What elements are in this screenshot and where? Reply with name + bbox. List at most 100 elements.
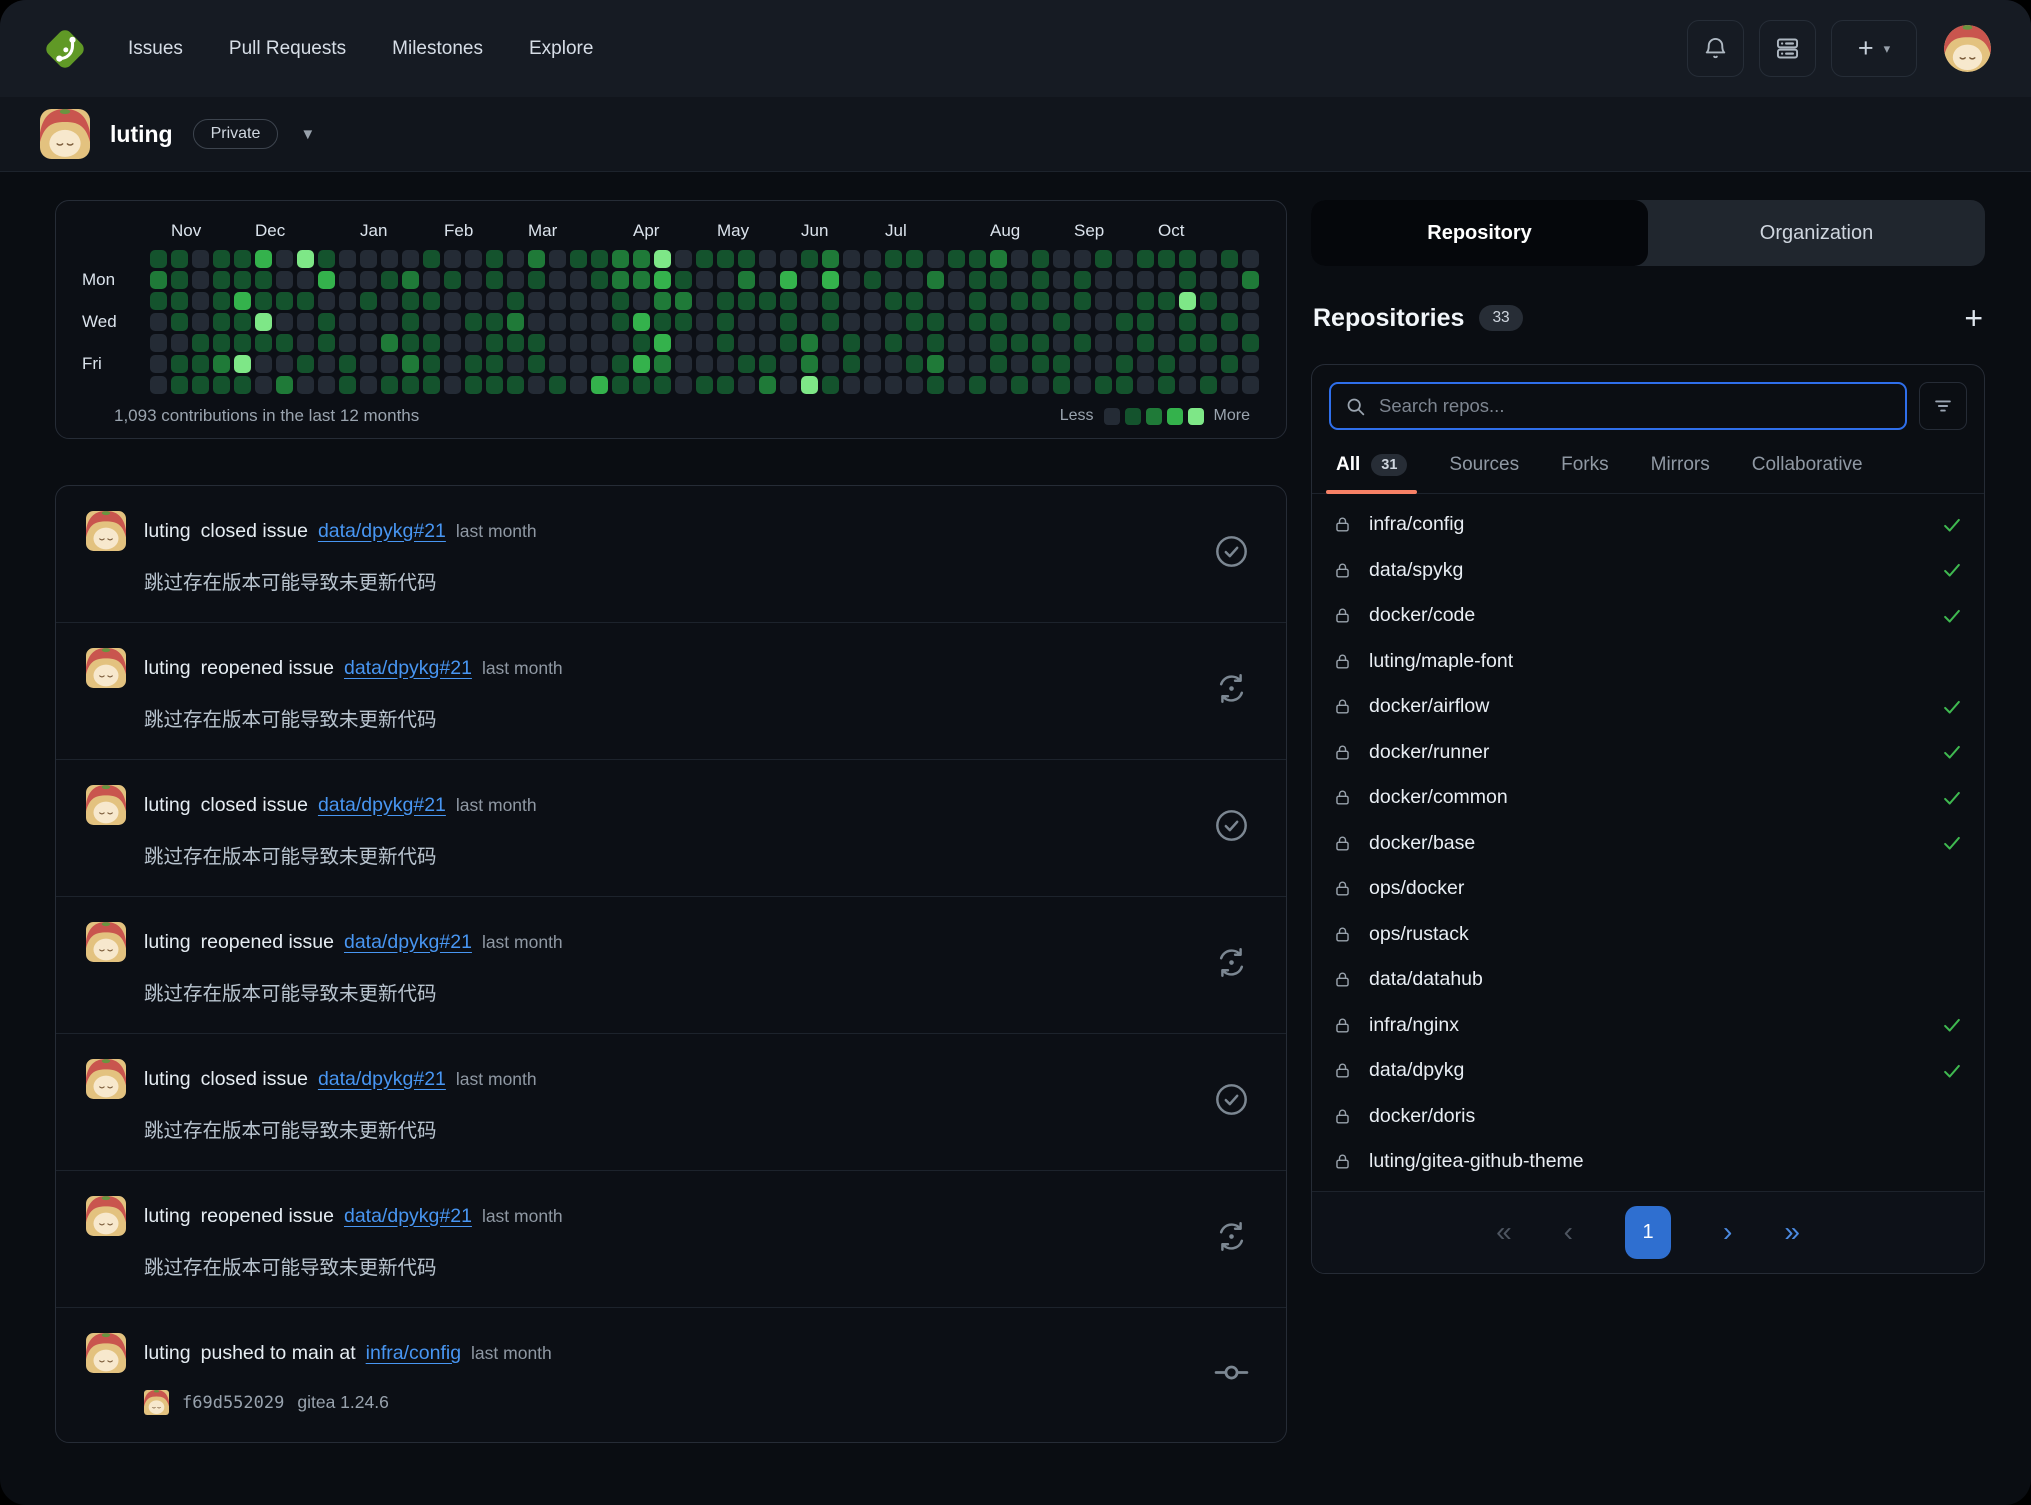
user-avatar[interactable] xyxy=(1944,25,1991,72)
heatmap-cell xyxy=(213,334,230,352)
actor-name[interactable]: luting xyxy=(144,657,191,680)
feed-target-link[interactable]: infra/config xyxy=(366,1342,461,1365)
actor-name[interactable]: luting xyxy=(144,520,191,543)
heatmap-cell xyxy=(633,292,650,310)
repo-list-item[interactable]: docker/common xyxy=(1312,775,1984,821)
actor-avatar[interactable] xyxy=(86,922,126,962)
repo-list-item[interactable]: infra/config xyxy=(1312,502,1984,548)
heatmap-cell xyxy=(885,355,902,373)
repo-list-item[interactable]: docker/base xyxy=(1312,821,1984,867)
visibility-badge: Private xyxy=(193,119,279,149)
repo-list-item[interactable]: ops/docker xyxy=(1312,866,1984,912)
repo-search-row xyxy=(1312,365,1984,440)
repo-list-item[interactable]: data/datahub xyxy=(1312,957,1984,1003)
repo-filter-button[interactable] xyxy=(1919,382,1967,430)
commit-hash-link[interactable]: f69d552029 xyxy=(182,1393,284,1413)
profile-dropdown-caret-icon[interactable]: ▼ xyxy=(300,126,315,143)
add-repository-button[interactable]: + xyxy=(1964,302,1983,334)
heatmap-cell xyxy=(465,355,482,373)
actor-avatar[interactable] xyxy=(86,1333,126,1373)
feed-target-link[interactable]: data/dpykg#21 xyxy=(344,657,472,680)
heatmap-cell xyxy=(465,250,482,268)
pagination-last-page[interactable]: » xyxy=(1784,1218,1800,1246)
actor-avatar[interactable] xyxy=(86,1059,126,1099)
actor-avatar[interactable] xyxy=(86,785,126,825)
heatmap-cell xyxy=(822,271,839,289)
admin-panel-button[interactable] xyxy=(1759,20,1816,77)
heatmap-cell xyxy=(633,313,650,331)
nav-link-explore[interactable]: Explore xyxy=(529,38,593,60)
actor-name[interactable]: luting xyxy=(144,931,191,954)
heatmap-cell xyxy=(1137,250,1154,268)
actor-name[interactable]: luting xyxy=(144,1342,191,1365)
feed-target-link[interactable]: data/dpykg#21 xyxy=(344,1205,472,1228)
heatmap-cell xyxy=(801,376,818,394)
tab-repository[interactable]: Repository xyxy=(1311,200,1648,266)
repo-filter-sources[interactable]: Sources xyxy=(1447,440,1521,493)
tab-organization[interactable]: Organization xyxy=(1648,200,1985,266)
nav-link-milestones[interactable]: Milestones xyxy=(392,38,483,60)
nav-link-pull-requests[interactable]: Pull Requests xyxy=(229,38,346,60)
heatmap-cell xyxy=(843,313,860,331)
heatmap-cell xyxy=(486,355,503,373)
feed-target-link[interactable]: data/dpykg#21 xyxy=(318,1068,446,1091)
heatmap-cell xyxy=(675,334,692,352)
feed-target-link[interactable]: data/dpykg#21 xyxy=(344,931,472,954)
heatmap-cell xyxy=(1242,250,1259,268)
repo-list-item[interactable]: data/dpykg xyxy=(1312,1048,1984,1094)
pagination-page-1[interactable]: 1 xyxy=(1625,1206,1671,1259)
heatmap-footer: 1,093 contributions in the last 12 month… xyxy=(80,406,1262,426)
heatmap-day-label: Fri xyxy=(80,354,102,374)
heatmap-cell xyxy=(339,271,356,289)
repo-search-input[interactable] xyxy=(1379,395,1891,417)
feed-target-link[interactable]: data/dpykg#21 xyxy=(318,520,446,543)
actor-name[interactable]: luting xyxy=(144,1068,191,1091)
feed-entry-body: 跳过存在版本可能导致未更新代码 xyxy=(144,840,1256,869)
actor-name[interactable]: luting xyxy=(144,1205,191,1228)
repo-list-item[interactable]: ops/rustack xyxy=(1312,912,1984,958)
repo-filter-mirrors[interactable]: Mirrors xyxy=(1649,440,1712,493)
heatmap-cell xyxy=(507,334,524,352)
feed-entry-body: 跳过存在版本可能导致未更新代码 xyxy=(144,1251,1256,1280)
lock-icon xyxy=(1333,788,1352,807)
repo-list-item[interactable]: docker/runner xyxy=(1312,730,1984,776)
pagination-next-page[interactable]: › xyxy=(1723,1218,1732,1246)
repo-filter-collaborative[interactable]: Collaborative xyxy=(1750,440,1865,493)
heatmap-cell xyxy=(507,250,524,268)
repo-list-item[interactable]: docker/airflow xyxy=(1312,684,1984,730)
heatmap-cell xyxy=(654,271,671,289)
gitea-logo-icon[interactable] xyxy=(40,24,90,74)
heatmap-cell xyxy=(360,250,377,268)
heatmap-cell xyxy=(360,313,377,331)
repo-list-item[interactable]: luting/maple-font xyxy=(1312,639,1984,685)
heatmap-cell xyxy=(906,334,923,352)
heatmap-cell xyxy=(654,313,671,331)
notifications-button[interactable] xyxy=(1687,20,1744,77)
check-icon xyxy=(1941,1060,1963,1082)
actor-name[interactable]: luting xyxy=(144,794,191,817)
actor-avatar[interactable] xyxy=(86,1196,126,1236)
feed-target-link[interactable]: data/dpykg#21 xyxy=(318,794,446,817)
heatmap-cell xyxy=(696,376,713,394)
heatmap-cell xyxy=(1095,292,1112,310)
heatmap-cell xyxy=(318,250,335,268)
repo-list-item[interactable]: data/spykg xyxy=(1312,548,1984,594)
nav-link-issues[interactable]: Issues xyxy=(128,38,183,60)
heatmap-cell xyxy=(927,334,944,352)
repo-list-item[interactable]: docker/code xyxy=(1312,593,1984,639)
heatmap-cell xyxy=(780,376,797,394)
repo-list-item[interactable]: docker/doris xyxy=(1312,1094,1984,1140)
profile-avatar[interactable] xyxy=(40,109,90,159)
actor-avatar[interactable] xyxy=(86,511,126,551)
heatmap-cell xyxy=(444,355,461,373)
feed-entry-title: lutingreopened issuedata/dpykg#21last mo… xyxy=(144,931,563,954)
create-new-button[interactable]: + ▾ xyxy=(1831,20,1917,77)
heatmap-cell xyxy=(675,250,692,268)
repo-filter-forks[interactable]: Forks xyxy=(1559,440,1611,493)
heatmap-cell xyxy=(150,271,167,289)
heatmap-cell xyxy=(528,271,545,289)
repo-filter-all[interactable]: All31 xyxy=(1334,440,1409,493)
repo-list-item[interactable]: luting/gitea-github-theme xyxy=(1312,1139,1984,1185)
repo-list-item[interactable]: infra/nginx xyxy=(1312,1003,1984,1049)
actor-avatar[interactable] xyxy=(86,648,126,688)
